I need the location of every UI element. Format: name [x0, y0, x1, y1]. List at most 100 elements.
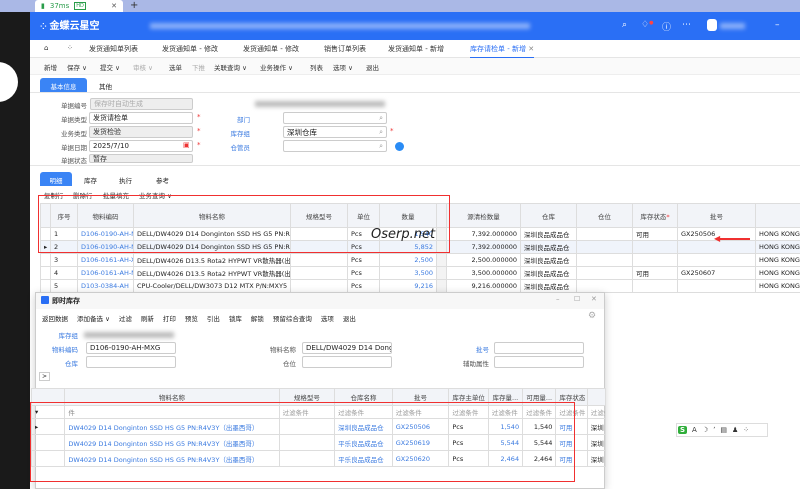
close-tab-icon[interactable]: ✕ [111, 2, 117, 10]
settings-icon[interactable]: ⚙ [588, 311, 596, 321]
sogou-logo-icon[interactable]: S [678, 426, 687, 434]
cell-source-qty[interactable]: 7,392.000000 [447, 241, 521, 254]
cell-source-qty[interactable]: 2,500.000000 [447, 254, 521, 267]
cell-spec[interactable] [291, 254, 348, 267]
cell-material-name[interactable]: DELL/DW4029 D14 Donginton SSD HS G5 PN:R… [134, 228, 291, 241]
cell-spec[interactable] [279, 451, 335, 467]
expand-button[interactable]: > [39, 372, 50, 381]
tab-delivery-list[interactable]: 发货通知单列表 [89, 44, 138, 54]
cell-extra[interactable]: HONG KONG [756, 254, 800, 267]
tab-detail[interactable]: 明细 [40, 172, 72, 186]
col-stock-qty[interactable]: 库存量... [488, 389, 522, 406]
location-field[interactable] [302, 356, 392, 368]
cell-warehouse[interactable]: 深圳良品成品仓 [521, 228, 577, 241]
cell-stock-status[interactable] [633, 254, 678, 267]
cell-stock-status[interactable]: 可用 [556, 419, 587, 435]
tab-basic-info[interactable]: 基本信息 [40, 78, 87, 92]
cell-location[interactable] [577, 228, 633, 241]
maximize-icon[interactable]: ☐ [574, 295, 580, 303]
cell-warehouse[interactable]: 深圳良品成品仓 [521, 254, 577, 267]
cell-material-code[interactable]: D106-0190-AH-MXG [78, 241, 134, 254]
cell-warehouse[interactable]: 深圳良品成品仓 [521, 267, 577, 280]
cell-material-code[interactable]: D106-0161-AH-MX [78, 267, 134, 280]
ime-keyboard-icon[interactable]: ▤ [720, 426, 727, 434]
cell-lot[interactable]: GX250620 [392, 451, 449, 467]
cell-stock-status[interactable] [633, 241, 678, 254]
cell-lot[interactable] [678, 280, 756, 293]
cell-extra[interactable]: 深圳 [587, 435, 605, 451]
cell-qty[interactable]: 3,500 [380, 267, 437, 280]
tab-inspection-new[interactable]: 库存请检单 - 新增 ✕ [470, 44, 534, 58]
popup-toolbar-item[interactable]: 选项 [321, 313, 334, 323]
cell-material-name[interactable]: CPU-Cooler/DELL/DW3073 D12 MTX P/N:MXY5 [134, 280, 291, 293]
col-lot[interactable]: 批号 [392, 389, 449, 406]
table-row[interactable]: DW4029 D14 Donginton SSD HS G5 PN:R4V3Y（… [32, 451, 606, 467]
more-icon[interactable]: ⋯ [682, 20, 691, 30]
filter-cell[interactable]: 过滤条件 [449, 406, 488, 419]
cell-lot[interactable] [678, 254, 756, 267]
dept-field[interactable]: ⌕ [283, 112, 387, 124]
cell-stock-status[interactable]: 可用 [633, 228, 678, 241]
cell-lot[interactable]: GX250607 [678, 267, 756, 280]
cell-unit[interactable]: Pcs [348, 280, 380, 293]
cell-unit[interactable]: Pcs [348, 254, 380, 267]
close-icon[interactable]: ✕ [591, 295, 597, 303]
table-row[interactable]: 5D103-0384-AHCPU-Cooler/DELL/DW3073 D12 … [41, 280, 800, 293]
col-stock-status[interactable]: 库存状态* [633, 204, 678, 228]
browser-tab[interactable]: ▮ 37ms HD ✕ [35, 0, 123, 12]
col-source-qty[interactable]: 源清检数量 [447, 204, 521, 228]
keeper-field[interactable]: ⌕ [283, 140, 387, 152]
list-button[interactable]: 列表 [310, 62, 323, 72]
cell-stock-qty[interactable]: 1,540 [488, 419, 522, 435]
filter-cell[interactable]: 过滤条件 [279, 406, 335, 419]
col-base-unit[interactable]: 库存主单位 [449, 389, 488, 406]
cell-stock-status[interactable]: 可用 [556, 451, 587, 467]
calendar-icon[interactable]: ▣ [183, 141, 190, 149]
filter-cell[interactable]: 过滤条件 [556, 406, 587, 419]
cell-stock-status[interactable] [633, 280, 678, 293]
cell-location[interactable] [577, 280, 633, 293]
cell-qty[interactable]: 5,852 [380, 241, 437, 254]
cell-extra[interactable]: HONG KONG [756, 267, 800, 280]
col-spec[interactable]: 规格型号 [291, 204, 348, 228]
cell-warehouse[interactable]: 深圳良品成品仓 [521, 280, 577, 293]
cell-spec[interactable] [291, 228, 348, 241]
cell-spec[interactable] [279, 419, 335, 435]
cell-seq[interactable]: 5 [51, 280, 78, 293]
col-extra[interactable] [587, 389, 605, 406]
ime-moon-icon[interactable]: ☽ [702, 426, 708, 434]
cell-spec[interactable] [291, 241, 348, 254]
col-spec[interactable]: 规格型号 [279, 389, 335, 406]
bill-no-field[interactable]: 保存时自动生成 [90, 98, 193, 110]
filter-cell[interactable]: 过滤条件 [335, 406, 393, 419]
popup-toolbar-item[interactable]: 打印 [163, 313, 176, 323]
cell-warehouse-name[interactable]: 深圳良品成品仓 [335, 419, 393, 435]
cell-stock-qty[interactable]: 5,544 [488, 435, 522, 451]
tab-stock[interactable]: 库存 [84, 175, 97, 185]
push-down-button[interactable]: 下推 [192, 62, 205, 72]
warehouse-field[interactable] [86, 356, 176, 368]
help-icon[interactable]: ⓘ [662, 20, 671, 33]
col-material-name[interactable]: 物料名称 [134, 204, 291, 228]
cell-location[interactable] [577, 241, 633, 254]
cell-base-unit[interactable]: Pcs [449, 419, 488, 435]
col-seq[interactable]: 序号 [51, 204, 78, 228]
col-material-name[interactable]: 物料名称 [65, 389, 279, 406]
cell-seq[interactable]: 4 [51, 267, 78, 280]
col-material-code[interactable]: 物料编码 [78, 204, 134, 228]
filter-cell[interactable]: 过滤条件 [587, 406, 605, 419]
cell-source-qty[interactable]: 9,216.000000 [447, 280, 521, 293]
cell-location[interactable] [577, 254, 633, 267]
popup-toolbar-item[interactable]: 过滤 [119, 313, 132, 323]
copy-row-button[interactable]: 复制行 [44, 190, 64, 200]
col-warehouse[interactable]: 仓库 [521, 204, 577, 228]
col-qty[interactable]: 数量 [380, 204, 437, 228]
popup-toolbar-item[interactable]: 预留综合查询 [273, 313, 312, 323]
popup-toolbar-item[interactable]: 预览 [185, 313, 198, 323]
cell-extra[interactable]: HONG KONG [756, 280, 800, 293]
minimize-icon[interactable]: – [556, 295, 560, 303]
cell-stock-qty[interactable]: 2,464 [488, 451, 522, 467]
cell-stock-status[interactable]: 可用 [633, 267, 678, 280]
cell-qty[interactable]: 2,500 [380, 254, 437, 267]
new-button[interactable]: 新增 [44, 62, 57, 72]
